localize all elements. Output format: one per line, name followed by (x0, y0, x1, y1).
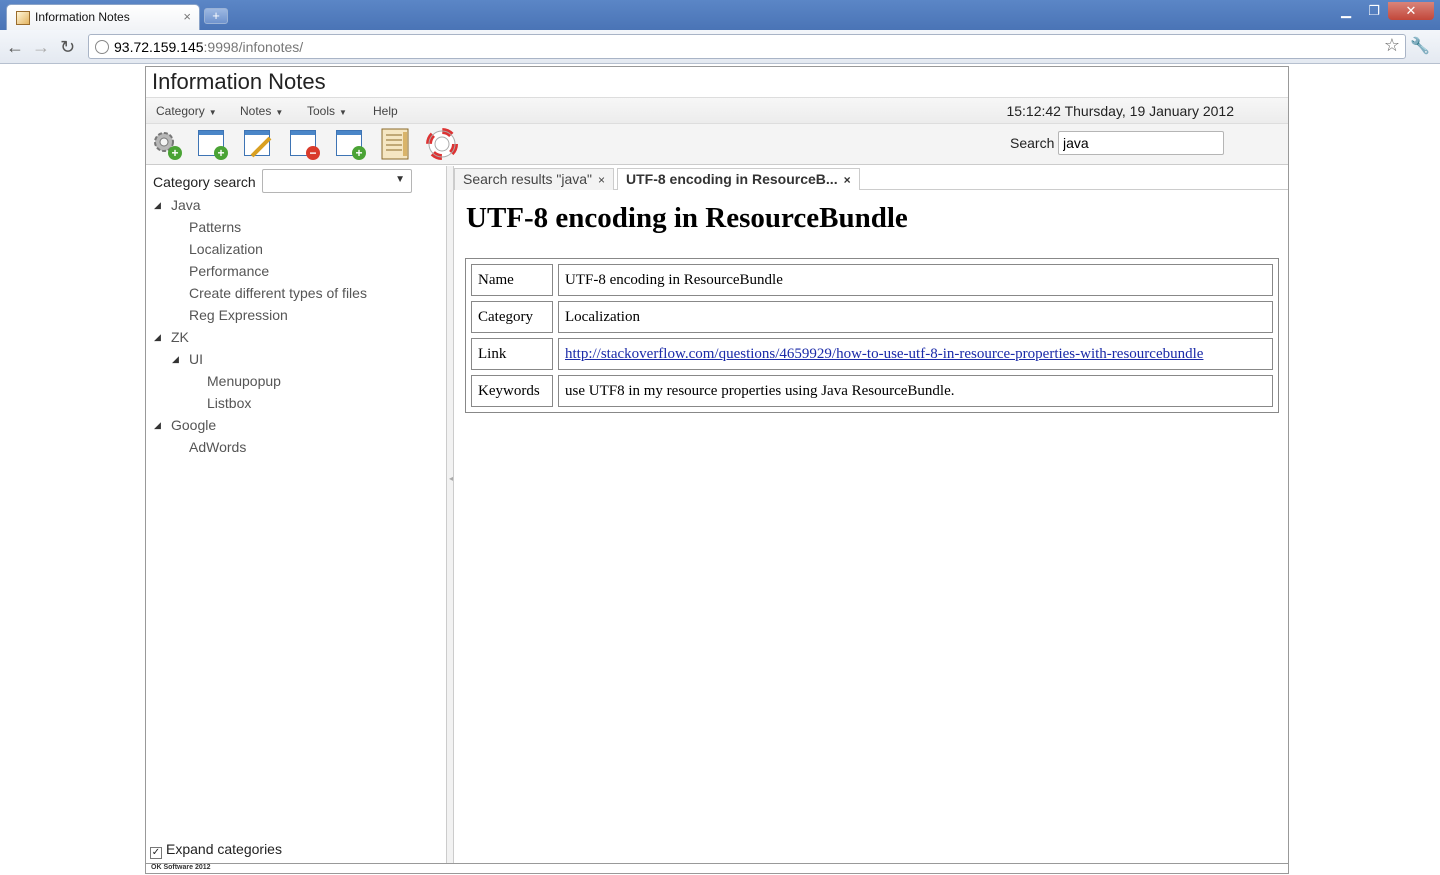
category-search-combobox[interactable]: ▼ (262, 169, 412, 193)
note-title: UTF-8 encoding in ResourceBundle (466, 202, 908, 234)
category-search-label: Category search (153, 174, 256, 190)
clock: 15:12:42 Thursday, 19 January 2012 (1006, 103, 1234, 119)
settings-add-icon[interactable]: + (150, 128, 182, 160)
tree-item-zk[interactable]: ◢ ZK (146, 326, 446, 348)
address-bar[interactable]: 93.72.159.145:9998/infonotes/ (88, 34, 1406, 59)
dropdown-arrow-icon[interactable]: ▼ (395, 174, 405, 185)
category-panel: Category search ▼ ◢ Java Patterns Locali… (146, 166, 447, 863)
category-tree: ◢ Java Patterns Localization Performance… (146, 194, 446, 458)
app-window: Information Notes Category ▼ Notes ▼ Tools… (145, 66, 1289, 874)
content-tabs: Search results "java" × UTF-8 encoding in… (454, 166, 1288, 190)
table-row: Name UTF-8 encoding in ResourceBundle (471, 264, 1273, 296)
collapse-toggle-icon[interactable]: ◢ (172, 348, 179, 370)
close-tab-icon[interactable]: × (598, 173, 605, 187)
app-title: Information Notes (152, 69, 326, 94)
chevron-down-icon: ▼ (275, 108, 284, 117)
tree-item-google[interactable]: ◢ Google (146, 414, 446, 436)
tree-item-reg-expression[interactable]: Reg Expression (146, 304, 446, 326)
tree-item-performance[interactable]: Performance (146, 260, 446, 282)
menu-notes[interactable]: Notes ▼ (240, 104, 283, 118)
tree-item-ui[interactable]: ◢ UI (146, 348, 446, 370)
close-window-button[interactable]: ✕ (1388, 2, 1434, 20)
maximize-window-button[interactable]: ❐ (1360, 2, 1388, 20)
add-category-icon[interactable]: + (334, 128, 366, 160)
field-label: Category (471, 301, 553, 333)
wrench-menu-icon[interactable]: 🔧 (1410, 36, 1430, 56)
chevron-down-icon: ▼ (339, 108, 347, 117)
content-panel: Search results "java" × UTF-8 encoding in… (454, 166, 1288, 863)
tree-item-patterns[interactable]: Patterns (146, 216, 446, 238)
menu-help[interactable]: Help (373, 104, 398, 118)
collapse-arrow-icon[interactable]: ◂ (449, 474, 453, 483)
favicon-icon (16, 11, 30, 25)
toolbar: + + − + Search java (146, 123, 1288, 165)
tree-item-localization[interactable]: Localization (146, 238, 446, 260)
delete-note-icon[interactable]: − (288, 128, 320, 160)
table-row: Keywords use UTF8 in my resource propert… (471, 375, 1273, 407)
back-button[interactable]: ← (6, 37, 24, 58)
field-value: http://stackoverflow.com/questions/46599… (558, 338, 1273, 370)
field-label: Name (471, 264, 553, 296)
chevron-down-icon: ▼ (208, 108, 217, 117)
table-row: Link http://stackoverflow.com/questions/… (471, 338, 1273, 370)
collapse-toggle-icon[interactable]: ◢ (154, 414, 161, 436)
field-label: Link (471, 338, 553, 370)
field-value: use UTF8 in my resource properties using… (558, 375, 1273, 407)
tree-item-java[interactable]: ◢ Java (146, 194, 446, 216)
forward-button[interactable]: → (32, 37, 50, 58)
browser-tab-title: Information Notes (35, 10, 130, 24)
menubar: Category ▼ Notes ▼ Tools ▼ Help 15:12:42 Th… (146, 97, 1288, 123)
footer-copyright: OK Software 2012 (151, 864, 211, 871)
panel-splitter[interactable]: ◂ (447, 166, 454, 863)
menu-tools[interactable]: Tools ▼ (307, 104, 347, 118)
note-link[interactable]: http://stackoverflow.com/questions/46599… (565, 346, 1203, 362)
menu-category[interactable]: Category ▼ (156, 104, 217, 118)
field-value: UTF-8 encoding in ResourceBundle (558, 264, 1273, 296)
field-value: Localization (558, 301, 1273, 333)
browser-titlebar: Information Notes × + ▁ ❐ ✕ (0, 0, 1440, 30)
search-label: Search (1010, 135, 1055, 151)
close-tab-icon[interactable]: × (844, 173, 851, 187)
new-note-icon[interactable]: + (196, 128, 228, 160)
collapse-toggle-icon[interactable]: ◢ (154, 194, 161, 216)
checkbox-check-icon[interactable]: ✓ (150, 847, 162, 859)
close-tab-icon[interactable]: × (183, 9, 191, 24)
tab-note-utf8[interactable]: UTF-8 encoding in ResourceB... × (617, 168, 860, 190)
note-details-table: Name UTF-8 encoding in ResourceBundle Ca… (465, 258, 1279, 413)
browser-navbar: ← → ↻ 93.72.159.145:9998/infonotes/ (0, 30, 1440, 64)
edit-note-icon[interactable] (242, 128, 274, 160)
tree-item-listbox[interactable]: Listbox (146, 392, 446, 414)
search-input[interactable] (1058, 131, 1224, 155)
tree-item-adwords[interactable]: AdWords (146, 436, 446, 458)
tree-item-create-files[interactable]: Create different types of files (146, 282, 446, 304)
table-row: Category Localization (471, 301, 1273, 333)
new-tab-button[interactable]: + (204, 8, 228, 24)
help-lifebuoy-icon[interactable] (426, 128, 458, 160)
tab-search-results[interactable]: Search results "java" × (454, 168, 615, 190)
footer: OK Software 2012 (146, 863, 1288, 874)
expand-categories-checkbox[interactable]: ✓ Expand categories (150, 841, 282, 859)
url-text: 93.72.159.145:9998/infonotes/ (114, 39, 304, 55)
minimize-window-button[interactable]: ▁ (1332, 2, 1360, 20)
field-label: Keywords (471, 375, 553, 407)
reload-button[interactable]: ↻ (60, 37, 75, 58)
globe-icon (95, 40, 109, 54)
notes-list-icon[interactable] (380, 128, 412, 160)
browser-tab[interactable]: Information Notes × (6, 4, 200, 30)
collapse-toggle-icon[interactable]: ◢ (154, 326, 161, 348)
bookmark-star-icon[interactable]: ☆ (1384, 35, 1400, 56)
tree-item-menupopup[interactable]: Menupopup (146, 370, 446, 392)
